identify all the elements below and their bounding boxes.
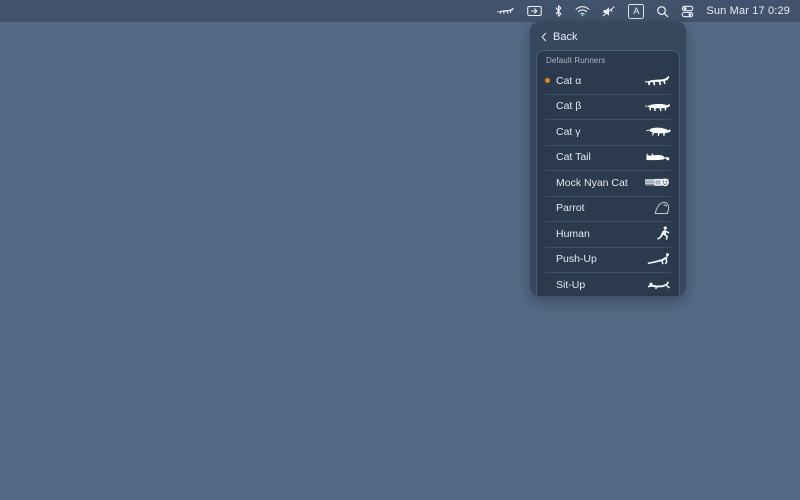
runner-selection-popover: Back Default Runners Cat α Cat β Cat γ C…: [530, 22, 686, 296]
runner-item-label: Cat γ: [556, 125, 581, 138]
runner-item-label: Human: [556, 227, 590, 240]
runner-item-push-up[interactable]: Push-Up: [537, 246, 679, 273]
menubar-clock[interactable]: Sun Mar 17 0:29: [700, 5, 794, 17]
back-button[interactable]: Back: [536, 28, 680, 46]
runner-item-label: Cat β: [556, 100, 582, 113]
bluetooth-icon[interactable]: [548, 0, 569, 22]
cat-gamma-icon: [643, 124, 671, 140]
runner-item-label: Cat Tail: [556, 151, 591, 164]
selected-indicator-dot: [545, 129, 550, 134]
search-icon[interactable]: [650, 0, 675, 22]
keyboard-input-source-icon[interactable]: A: [622, 0, 650, 22]
speaker-mute-icon[interactable]: [596, 0, 622, 22]
runner-item-sit-up[interactable]: Sit-Up: [537, 272, 679, 296]
runner-item-cat-alpha[interactable]: Cat α: [537, 68, 679, 94]
nyan-cat-icon: [643, 175, 671, 191]
selected-indicator-dot: [545, 78, 550, 84]
wifi-icon[interactable]: [569, 0, 596, 22]
back-button-label: Back: [553, 31, 578, 43]
default-runners-group: Default Runners Cat α Cat β Cat γ Cat Ta…: [536, 50, 680, 296]
runner-item-cat-beta[interactable]: Cat β: [537, 93, 679, 120]
selected-indicator-dot: [545, 231, 550, 236]
runner-item-cat-gamma[interactable]: Cat γ: [537, 119, 679, 145]
runner-item-label: Parrot: [556, 202, 585, 215]
push-up-icon: [643, 251, 671, 267]
selected-indicator-dot: [545, 257, 550, 262]
runner-item-parrot[interactable]: Parrot: [537, 195, 679, 222]
cat-alpha-icon: [643, 73, 671, 89]
runner-item-human[interactable]: Human: [537, 221, 679, 247]
runcat-status-icon[interactable]: [491, 0, 521, 22]
parrot-icon: [643, 200, 671, 216]
runner-item-mock-nyan-cat[interactable]: Mock Nyan Cat: [537, 170, 679, 196]
sit-up-icon: [643, 277, 671, 293]
group-title: Default Runners: [546, 56, 606, 65]
selected-indicator-dot: [545, 180, 550, 185]
selected-indicator-dot: [545, 155, 550, 160]
control-center-icon[interactable]: [675, 0, 700, 22]
input-source-label: A: [628, 3, 645, 19]
cat-beta-icon: [643, 98, 671, 114]
runner-item-label: Sit-Up: [556, 278, 586, 291]
runner-item-label: Cat α: [556, 74, 582, 87]
menu-bar: A Sun Mar 17 0:29: [0, 0, 800, 22]
selected-indicator-dot: [545, 282, 550, 287]
selected-indicator-dot: [545, 104, 550, 109]
human-run-icon: [643, 226, 671, 242]
selected-indicator-dot: [545, 206, 550, 211]
runner-item-label: Push-Up: [556, 253, 597, 266]
cat-tail-icon: [643, 149, 671, 165]
desktop-background: A Sun Mar 17 0:29 Back Default Runners C…: [0, 0, 800, 500]
runner-item-cat-tail[interactable]: Cat Tail: [537, 144, 679, 171]
screen-mirroring-icon[interactable]: [521, 0, 548, 22]
runner-item-label: Mock Nyan Cat: [556, 176, 628, 189]
chevron-left-icon: [539, 32, 549, 42]
